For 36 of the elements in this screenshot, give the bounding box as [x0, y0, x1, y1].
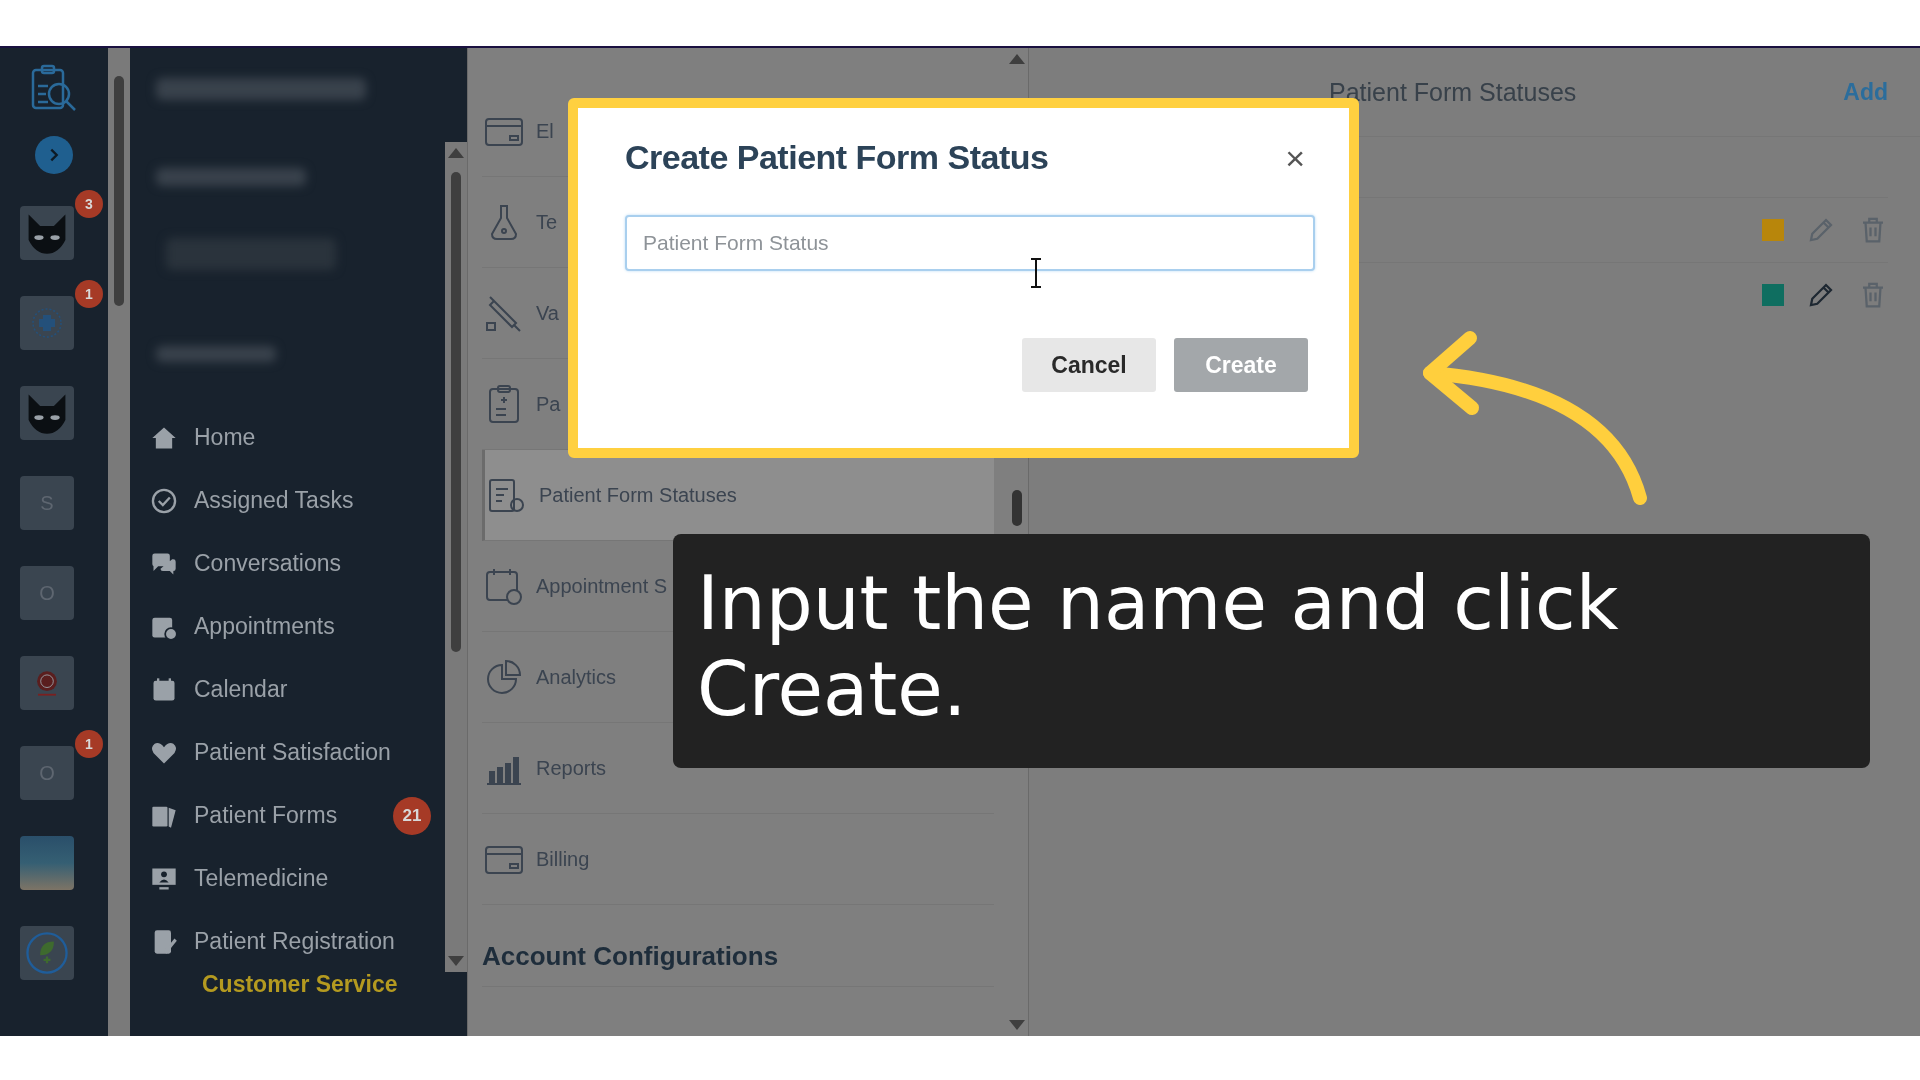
panel-title: Patient Form Statuses [1329, 77, 1577, 107]
beach-photo-placeholder[interactable] [20, 836, 74, 890]
section-heading: Customer Service [201, 971, 399, 998]
status-input-field[interactable]: Patient Form Status [625, 215, 1315, 271]
notification-badge: 1 [75, 280, 103, 308]
scrollbar-thumb[interactable] [1012, 490, 1022, 526]
menu-item[interactable]: Patient Registration [150, 910, 445, 973]
menu-item[interactable]: Appointments [150, 595, 445, 658]
close-button[interactable]: × [1281, 140, 1309, 175]
menu-item[interactable]: Calendar [150, 658, 445, 721]
menu-item[interactable]: Conversations [150, 532, 445, 595]
section-heading: Account Configurations [482, 941, 994, 987]
seal-logo-tile[interactable] [20, 656, 74, 710]
cancel-button[interactable]: Cancel [1022, 338, 1156, 392]
menu-item[interactable]: Patient Forms 21 [150, 784, 445, 847]
menu-item[interactable]: Home [150, 406, 445, 469]
notification-badge: 1 [75, 730, 103, 758]
emblem-logo-tile[interactable] [20, 296, 74, 350]
expand-button[interactable] [35, 136, 73, 174]
notification-badge: 3 [75, 190, 103, 218]
cat-logo-tile[interactable] [20, 206, 74, 260]
menu-item[interactable]: Assigned Tasks [150, 469, 445, 532]
pie-chart-icon [484, 657, 524, 697]
menu-item[interactable]: Patient Satisfaction [150, 721, 445, 784]
caption-tooltip: Input the name and click Create. [673, 534, 1870, 768]
cat-logo-tile[interactable] [20, 386, 74, 440]
scrollbar-thumb[interactable] [114, 76, 124, 306]
calendar-clock-icon [484, 566, 524, 606]
check-circle-icon [150, 486, 178, 515]
menu-item[interactable]: Telemedicine [150, 847, 445, 910]
leaf-logo [24, 930, 70, 976]
dialog-title: Create Patient Form Status [625, 138, 1049, 177]
text-cursor-icon [1030, 258, 1042, 288]
leaf-logo-tile[interactable] [20, 926, 74, 980]
scrollbar-thumb[interactable] [451, 172, 461, 652]
count-badge: 21 [393, 796, 431, 835]
